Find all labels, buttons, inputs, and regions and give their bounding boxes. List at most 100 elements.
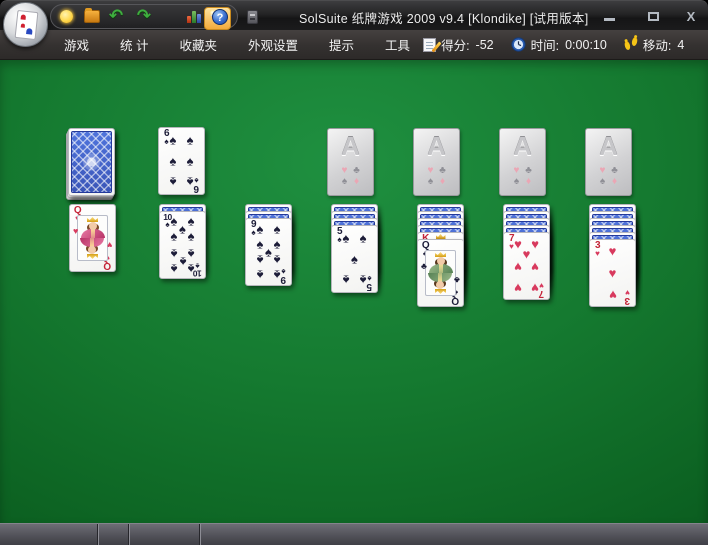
folder-icon (84, 10, 100, 23)
stock-pile-card-back[interactable] (68, 128, 115, 196)
suit-pip: ♠ (351, 253, 358, 266)
undo-button[interactable]: ↶ (104, 6, 128, 27)
suit-pip: ♥ (609, 289, 617, 302)
card-7-hearts[interactable]: 7♥7♥♥♥♥♥♥♥♥ (503, 232, 550, 300)
undo-arrow-icon: ↶ (109, 8, 123, 25)
game-field: 6♠6♠♠♠♠♠♠♠A♥♣♠♦A♥♣♠♦A♥♣♠♦A♥♣♠♦Q♥Q♥♥♥10♠1… (0, 60, 708, 523)
score-label: 得分: (441, 35, 469, 54)
suit-pip: ♠ (179, 222, 186, 235)
suit-pip: ♠ (187, 176, 194, 189)
suit-pip: ♠ (169, 176, 176, 189)
clock-icon (511, 37, 526, 52)
suit-pip: ♠ (169, 133, 176, 146)
suit-pip: ♠ (360, 274, 367, 287)
suit-pip: ♠ (170, 247, 177, 260)
title-bar: ↶ ↷ ? SolSuite 纸牌游戏 2009 v9.4 [Klondike]… (0, 0, 708, 30)
solsuite-window: ↶ ↷ ? SolSuite 纸牌游戏 2009 v9.4 [Klondike]… (0, 0, 708, 545)
foundation-suit-icons: ♥♣♠♦ (425, 165, 449, 187)
suit-pip: ♥ (514, 282, 522, 295)
card-q-hearts[interactable]: Q♥Q♥♥♥ (69, 204, 116, 272)
foundation-placeholder-4[interactable]: A ♥♣♠♦ (585, 128, 632, 196)
suit-pip: ♠ (256, 269, 263, 282)
suit-pip: ♠ (256, 238, 263, 251)
time-value: 0:00:10 (565, 38, 607, 52)
suit-pip: ♥ (609, 267, 617, 280)
card-q-clubs[interactable]: Q♣Q♣♣♣ (417, 239, 464, 307)
card-3-hearts[interactable]: 3♥3♥♥♥♥ (589, 239, 636, 307)
score-group: 得分: -52 (423, 35, 494, 54)
suit-pip: ♠ (188, 262, 195, 275)
menu-appearance[interactable]: 外观设置 (248, 35, 298, 54)
score-value: -52 (476, 38, 494, 52)
suit-pip: ♠ (256, 253, 263, 266)
status-separator (128, 524, 130, 545)
suit-pip: ♠ (274, 253, 281, 266)
time-group: 时间: 0:00:10 (511, 35, 607, 54)
maximize-button[interactable] (640, 9, 666, 25)
menu-tools[interactable]: 工具 (385, 35, 410, 54)
suit-pip: ♠ (187, 133, 194, 146)
suit-pip: ♠ (188, 247, 195, 260)
suit-pip: ♥ (609, 244, 617, 257)
suit-pip: ♥ (531, 282, 539, 295)
card-corner-index: 3♥ (592, 241, 603, 258)
suit-pip: ♠ (170, 215, 177, 228)
foundation-suit-icons: ♥♣♠♦ (597, 165, 621, 187)
minimize-button[interactable] (596, 9, 622, 25)
card-5-spades[interactable]: 5♠5♠♠♠♠♠♠ (331, 225, 378, 293)
menu-favorites[interactable]: 收藏夹 (180, 35, 218, 54)
moves-group: 移动: 4 (624, 35, 684, 54)
foundation-ace-label: A (414, 133, 459, 159)
menu-statistics[interactable]: 统 计 (120, 35, 148, 54)
queen-side-pip: ♥ (107, 240, 112, 249)
queen-side-pip: ♣ (454, 275, 460, 284)
foundation-ace-label: A (586, 133, 631, 159)
queen-side-pip: ♥ (73, 227, 78, 236)
suit-pip: ♥ (523, 248, 531, 261)
suit-pip: ♠ (169, 155, 176, 168)
moves-value: 4 (677, 38, 684, 52)
favorites-folder-icon[interactable] (80, 6, 104, 27)
waste-card-6-spades[interactable]: 6♠6♠♠♠♠♠♠♠ (158, 127, 205, 195)
card-9-spades[interactable]: 9♠9♠♠♠♠♠♠♠♠♠♠ (245, 218, 292, 286)
suit-pip: ♠ (360, 231, 367, 244)
close-button[interactable]: X (678, 9, 704, 25)
suit-pip: ♠ (274, 269, 281, 282)
footprints-icon (624, 38, 638, 52)
foundation-ace-label: A (500, 133, 545, 159)
suit-pip: ♥ (514, 237, 522, 250)
foundation-suit-icons: ♥♣♠♦ (339, 165, 363, 187)
foundation-placeholder-2[interactable]: A ♥♣♠♦ (413, 128, 460, 196)
suit-pip: ♠ (170, 262, 177, 275)
app-logo-icon (15, 10, 39, 40)
new-game-sun-icon[interactable] (54, 6, 78, 27)
help-icon: ? (212, 9, 228, 25)
card-10-spades[interactable]: 10♠10♠♠♠♠♠♠♠♠♠♠♠ (159, 211, 206, 279)
suit-pip: ♠ (187, 155, 194, 168)
foundation-placeholder-1[interactable]: A♥♣♠♦ (327, 128, 374, 196)
window-title: SolSuite 纸牌游戏 2009 v9.4 [Klondike] [试用版本… (299, 8, 589, 27)
queen-portrait (77, 215, 108, 261)
foundation-placeholder-3[interactable]: A ♥♣♠♦ (499, 128, 546, 196)
card-back-pattern (71, 131, 112, 193)
app-menu-button[interactable] (3, 2, 48, 47)
suit-pip: ♠ (265, 246, 272, 259)
toolbar-handle-icon[interactable] (247, 10, 258, 24)
redo-button[interactable]: ↷ (132, 6, 156, 27)
suit-pip: ♥ (514, 261, 522, 274)
time-label: 时间: (531, 35, 559, 54)
suit-pip: ♠ (342, 274, 349, 287)
help-button[interactable]: ? (208, 6, 232, 27)
menu-game[interactable]: 游戏 (64, 35, 89, 54)
statistics-button[interactable] (182, 6, 206, 27)
suit-pip: ♠ (188, 215, 195, 228)
queen-side-pip: ♣ (421, 262, 427, 271)
suit-pip: ♠ (179, 255, 186, 268)
suit-pip: ♠ (188, 230, 195, 243)
status-separator (199, 524, 201, 545)
menu-hint[interactable]: 提示 (329, 35, 354, 54)
score-notepad-icon (423, 38, 436, 52)
foundation-suit-icons: ♥♣♠♦ (511, 165, 535, 187)
suit-pip: ♠ (342, 231, 349, 244)
sun-icon (60, 10, 73, 23)
